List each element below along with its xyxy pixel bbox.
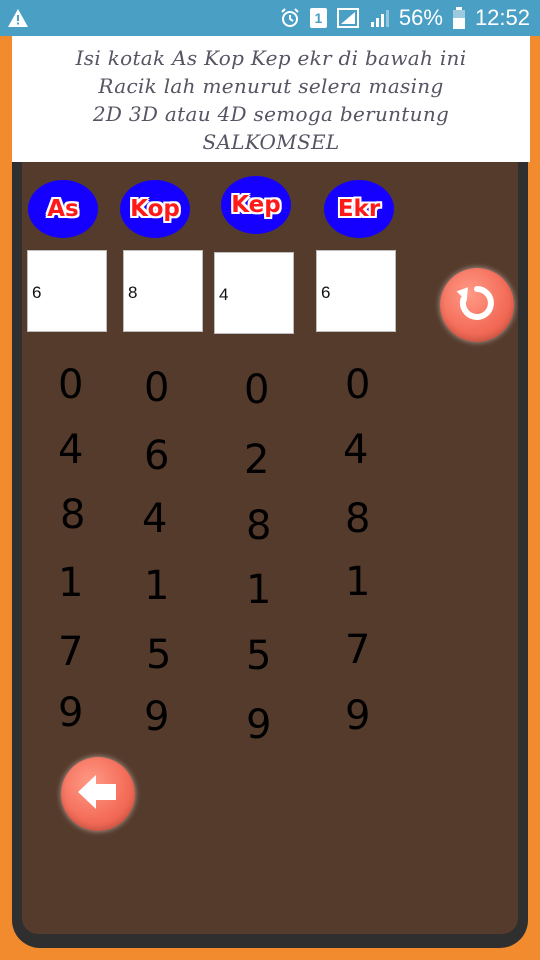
battery-icon xyxy=(452,7,465,29)
kop-option-5[interactable]: 9 xyxy=(144,697,169,737)
sim-icon: 1 xyxy=(309,8,327,28)
kop-option-0[interactable]: 0 xyxy=(144,368,169,408)
clock: 12:52 xyxy=(474,5,530,30)
kop-option-2[interactable]: 4 xyxy=(142,499,167,539)
kop-option-4[interactable]: 5 xyxy=(146,635,171,675)
as-option-4[interactable]: 7 xyxy=(58,632,83,672)
arrow-left-icon xyxy=(76,772,120,816)
kep-option-3[interactable]: 1 xyxy=(246,570,271,610)
as-option-0[interactable]: 0 xyxy=(58,365,83,405)
signal-icon-2 xyxy=(369,8,389,28)
kep-option-1[interactable]: 2 xyxy=(244,440,269,480)
as-option-1[interactable]: 4 xyxy=(58,430,83,470)
kop-input[interactable]: 8 xyxy=(123,250,203,332)
kep-input[interactable]: 4 xyxy=(214,252,294,334)
back-button[interactable] xyxy=(61,757,135,831)
ekr-option-0[interactable]: 0 xyxy=(345,365,370,405)
ekr-option-1[interactable]: 4 xyxy=(343,430,368,470)
ekr-option-3[interactable]: 1 xyxy=(345,562,370,602)
label-ekr: Ekr xyxy=(324,180,394,238)
status-bar: 1 56% 12:52 xyxy=(0,0,540,36)
ekr-option-5[interactable]: 9 xyxy=(345,696,370,736)
kep-option-5[interactable]: 9 xyxy=(246,705,271,745)
warning-icon xyxy=(8,9,28,27)
ekr-input[interactable]: 6 xyxy=(316,250,396,332)
kep-option-2[interactable]: 8 xyxy=(246,506,271,546)
kop-option-3[interactable]: 1 xyxy=(144,566,169,606)
instruction-box: Isi kotak As Kop Kep ekr di bawah ini Ra… xyxy=(12,36,530,162)
instruction-line-2: Racik lah menurut selera masing xyxy=(98,74,444,98)
as-option-2[interactable]: 8 xyxy=(60,495,85,535)
ekr-option-2[interactable]: 8 xyxy=(345,499,370,539)
label-as: As xyxy=(28,180,98,238)
as-input[interactable]: 6 xyxy=(27,250,107,332)
alarm-icon xyxy=(280,8,300,28)
kep-option-4[interactable]: 5 xyxy=(246,636,271,676)
ekr-option-4[interactable]: 7 xyxy=(345,630,370,670)
reset-button[interactable] xyxy=(440,268,514,342)
kep-option-0[interactable]: 0 xyxy=(244,370,269,410)
signal-icon-1 xyxy=(336,8,359,28)
instruction-line-3: 2D 3D atau 4D semoga beruntung xyxy=(92,102,450,126)
label-kop: Kop xyxy=(120,180,190,238)
instruction-line-4: SALKOMSEL xyxy=(202,130,340,154)
instruction-line-1: Isi kotak As Kop Kep ekr di bawah ini xyxy=(75,46,467,70)
label-kep: Kep xyxy=(221,176,291,234)
as-option-3[interactable]: 1 xyxy=(58,563,83,603)
battery-percent: 56% xyxy=(398,5,443,30)
as-option-5[interactable]: 9 xyxy=(58,693,83,733)
refresh-icon xyxy=(454,280,500,330)
kop-option-1[interactable]: 6 xyxy=(144,436,169,476)
